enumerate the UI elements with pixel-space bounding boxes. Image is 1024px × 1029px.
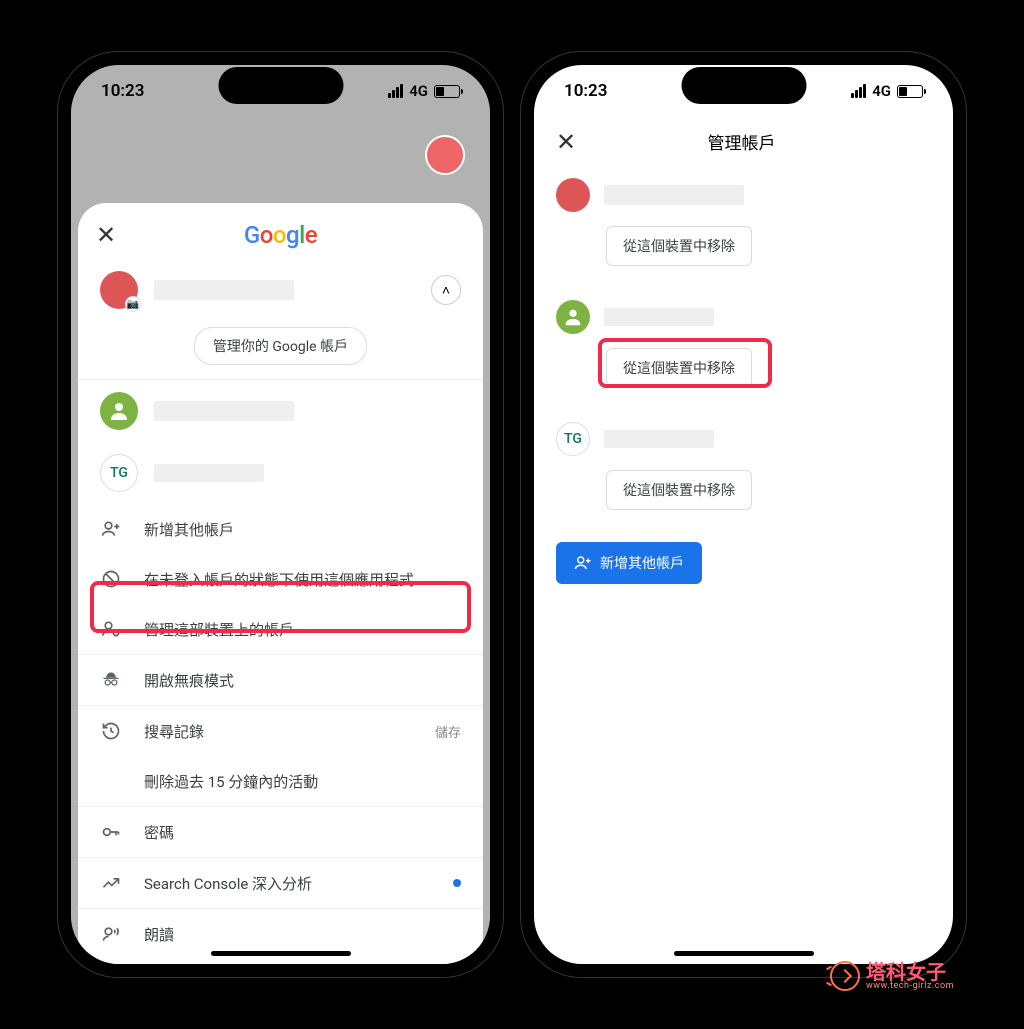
redacted-name [154, 280, 294, 300]
search-history-menu-item[interactable]: 搜尋記錄 儲存 [78, 705, 483, 756]
menu-label: 朗讀 [144, 924, 174, 945]
key-icon [100, 821, 122, 843]
redacted-name [604, 185, 744, 205]
home-indicator[interactable] [674, 951, 814, 956]
signal-icon [388, 84, 403, 98]
modal-header: ✕ Google [78, 217, 483, 259]
account-block: TG 從這個裝置中移除 [556, 414, 931, 510]
status-right: 4G [851, 82, 923, 100]
account-row[interactable]: TG [78, 442, 483, 504]
menu-label: 在未登入帳戶的狀態下使用這個應用程式 [144, 569, 414, 590]
avatar-icon [556, 300, 590, 334]
screen-right: 10:23 4G ✕ 管理帳戶 從這個裝置中移除 [534, 65, 953, 964]
account-row[interactable] [78, 380, 483, 442]
battery-icon [897, 85, 923, 98]
incognito-icon [100, 669, 122, 691]
network-label: 4G [409, 82, 428, 100]
account-modal-sheet: ✕ Google 📷 ˄ 管理你的 Google 帳戶 [78, 203, 483, 964]
no-account-icon [100, 568, 122, 590]
watermark-text: 塔科女子 [866, 962, 954, 982]
battery-icon [434, 85, 460, 98]
watermark-logo-icon [830, 961, 860, 991]
menu-trailing-label: 儲存 [435, 722, 461, 741]
close-icon[interactable]: ✕ [556, 130, 576, 154]
delete-activity-menu-item[interactable]: 刪除過去 15 分鐘內的活動 [78, 756, 483, 806]
manage-accounts-header: ✕ 管理帳戶 [534, 117, 953, 166]
manage-google-account-button[interactable]: 管理你的 Google 帳戶 [194, 327, 367, 365]
incognito-menu-item[interactable]: 開啟無痕模式 [78, 654, 483, 705]
passwords-menu-item[interactable]: 密碼 [78, 806, 483, 857]
add-account-menu-item[interactable]: 新增其他帳戶 [78, 504, 483, 554]
screen-left: 10:23 4G ✕ Google 📷 ˄ [71, 65, 490, 964]
account-block: 從這個裝置中移除 [556, 292, 931, 388]
menu-label: 密碼 [144, 822, 174, 843]
current-account-row[interactable]: 📷 ˄ [78, 259, 483, 321]
network-label: 4G [872, 82, 891, 100]
dynamic-island [218, 67, 343, 104]
manage-accounts-content: 從這個裝置中移除 從這個裝置中移除 TG 從這個裝置中移除 [534, 166, 953, 588]
trending-icon [100, 872, 122, 894]
account-row[interactable]: TG [556, 414, 931, 470]
status-time: 10:23 [564, 81, 607, 101]
add-account-button[interactable]: 新增其他帳戶 [556, 542, 702, 584]
chevron-up-icon[interactable]: ˄ [431, 275, 461, 305]
watermark: 塔科女子 www.tech-girlz.com [830, 961, 954, 991]
manage-device-accounts-menu-item[interactable]: 管理這部裝置上的帳戶 [78, 604, 483, 654]
phone-right: 10:23 4G ✕ 管理帳戶 從這個裝置中移除 [521, 52, 966, 977]
remove-from-device-button[interactable]: 從這個裝置中移除 [606, 348, 752, 388]
spacer [100, 770, 122, 792]
status-time: 10:23 [101, 81, 144, 101]
add-account-label: 新增其他帳戶 [600, 553, 684, 573]
menu-label: Search Console 深入分析 [144, 873, 312, 894]
profile-avatar-small[interactable] [425, 135, 465, 175]
page-title: 管理帳戶 [576, 129, 931, 154]
speaker-icon [100, 923, 122, 945]
menu-label: 刪除過去 15 分鐘內的活動 [144, 771, 318, 792]
redacted-name [604, 430, 714, 448]
dynamic-island [681, 67, 806, 104]
avatar-initials: TG [100, 454, 138, 492]
avatar-primary [556, 178, 590, 212]
notification-dot [453, 879, 461, 887]
menu-label: 搜尋記錄 [144, 721, 204, 742]
menu-label: 新增其他帳戶 [144, 519, 234, 540]
use-without-login-menu-item[interactable]: 在未登入帳戶的狀態下使用這個應用程式 [78, 554, 483, 604]
camera-badge-icon: 📷 [125, 296, 141, 312]
remove-from-device-button[interactable]: 從這個裝置中移除 [606, 470, 752, 510]
avatar-initials: TG [556, 422, 590, 456]
watermark-url: www.tech-girlz.com [866, 982, 954, 991]
other-accounts-list: TG 新增其他帳戶 在未登入帳戶的狀態下使用這個應用程式 [78, 379, 483, 959]
redacted-name [154, 464, 264, 482]
redacted-name [154, 401, 294, 421]
phone-left: 10:23 4G ✕ Google 📷 ˄ [58, 52, 503, 977]
person-gear-icon [100, 618, 122, 640]
redacted-name [604, 308, 714, 326]
google-logo: Google [244, 221, 317, 249]
history-icon [100, 720, 122, 742]
account-row[interactable] [556, 292, 931, 348]
avatar-icon [100, 392, 138, 430]
menu-label: 管理這部裝置上的帳戶 [144, 619, 294, 640]
avatar-primary: 📷 [100, 271, 138, 309]
status-right: 4G [388, 82, 460, 100]
menu-label: 開啟無痕模式 [144, 670, 234, 691]
person-add-icon [100, 518, 122, 540]
account-block: 從這個裝置中移除 [556, 170, 931, 266]
signal-icon [851, 84, 866, 98]
search-console-menu-item[interactable]: Search Console 深入分析 [78, 857, 483, 908]
person-add-icon [574, 554, 592, 572]
close-icon[interactable]: ✕ [96, 223, 116, 247]
remove-from-device-button[interactable]: 從這個裝置中移除 [606, 226, 752, 266]
account-row[interactable] [556, 170, 931, 226]
home-indicator[interactable] [211, 951, 351, 956]
